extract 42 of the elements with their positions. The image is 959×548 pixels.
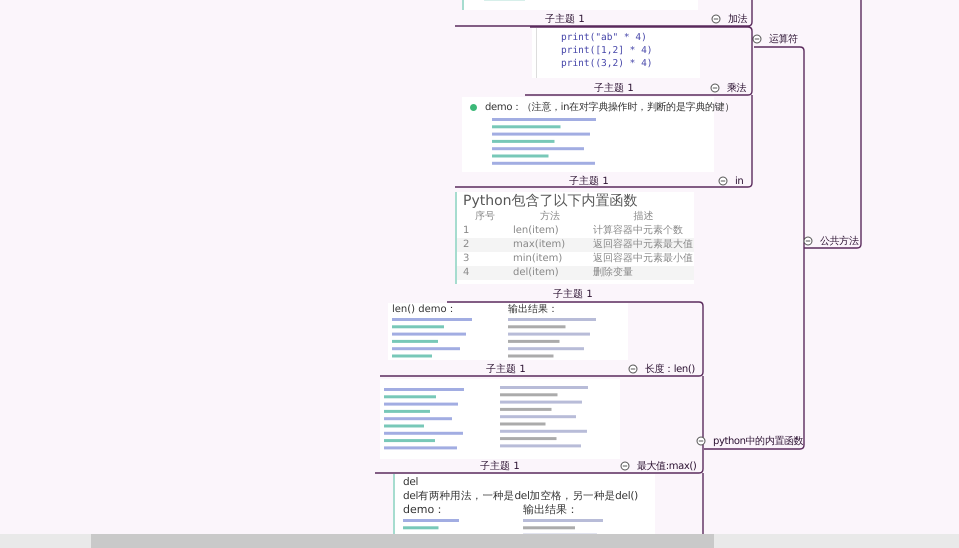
demo-heading: len() demo： xyxy=(392,304,458,316)
subtopic-label[interactable]: 子主题 1 xyxy=(486,362,526,376)
table-cell: del(item) xyxy=(507,266,587,280)
topic-label[interactable]: python中的内置函数 xyxy=(713,434,804,448)
topic-label[interactable]: in xyxy=(735,176,744,186)
collapse-icon[interactable] xyxy=(752,34,762,44)
collapse-icon[interactable] xyxy=(628,364,638,374)
output-heading: 输出结果： xyxy=(523,503,579,517)
subtopic-label[interactable]: 子主题 1 xyxy=(594,81,634,95)
table-cell: 删除变量 xyxy=(587,266,694,280)
collapse-icon[interactable] xyxy=(803,236,813,246)
collapse-icon[interactable] xyxy=(718,176,728,186)
topic-label[interactable]: 加法 xyxy=(728,12,748,26)
output-heading: 输出结果： xyxy=(508,304,560,316)
table-cell: 2 xyxy=(457,238,507,252)
collapse-icon[interactable] xyxy=(620,461,630,471)
status-dot xyxy=(470,104,477,110)
note-text: del有两种用法，一种是del加空格，另一种是del() xyxy=(403,489,638,503)
code-line: print("ab" * 4) xyxy=(561,31,648,44)
topic-label[interactable]: 乘法 xyxy=(727,81,746,95)
subtopic-label[interactable]: 子主题 1 xyxy=(569,174,609,188)
subtopic-label[interactable]: 子主题 1 xyxy=(480,459,520,473)
note-text: del xyxy=(403,475,418,489)
demo-title: demo：（注意，in在对字典操作时，判断的是字典的键） xyxy=(485,100,734,114)
topic-label[interactable]: 运算符 xyxy=(769,32,798,46)
collapse-icon[interactable] xyxy=(711,14,721,24)
code-line: print((3,2) * 4) xyxy=(561,57,654,70)
table-title: Python包含了以下内置函数 xyxy=(462,192,639,210)
topic-label[interactable]: 最大值:max() xyxy=(637,459,696,473)
table-cell: 返回容器中元素最大值 xyxy=(587,238,694,252)
horizontal-scrollbar[interactable] xyxy=(0,534,959,548)
subtopic-label[interactable]: 子主题 1 xyxy=(545,12,585,26)
collapse-icon[interactable] xyxy=(710,83,720,93)
table-cell: max(item) xyxy=(507,238,587,252)
table-cell: 4 xyxy=(457,266,507,280)
scrollbar-thumb[interactable] xyxy=(91,534,714,548)
code-line: print([1,2] * 4) xyxy=(561,44,654,57)
topic-label[interactable]: 长度：len() xyxy=(645,362,695,376)
collapse-icon[interactable] xyxy=(696,436,706,446)
topic-label[interactable]: 公共方法 xyxy=(820,234,858,248)
demo-heading: demo： xyxy=(403,503,446,517)
subtopic-label[interactable]: 子主题 1 xyxy=(553,287,593,301)
